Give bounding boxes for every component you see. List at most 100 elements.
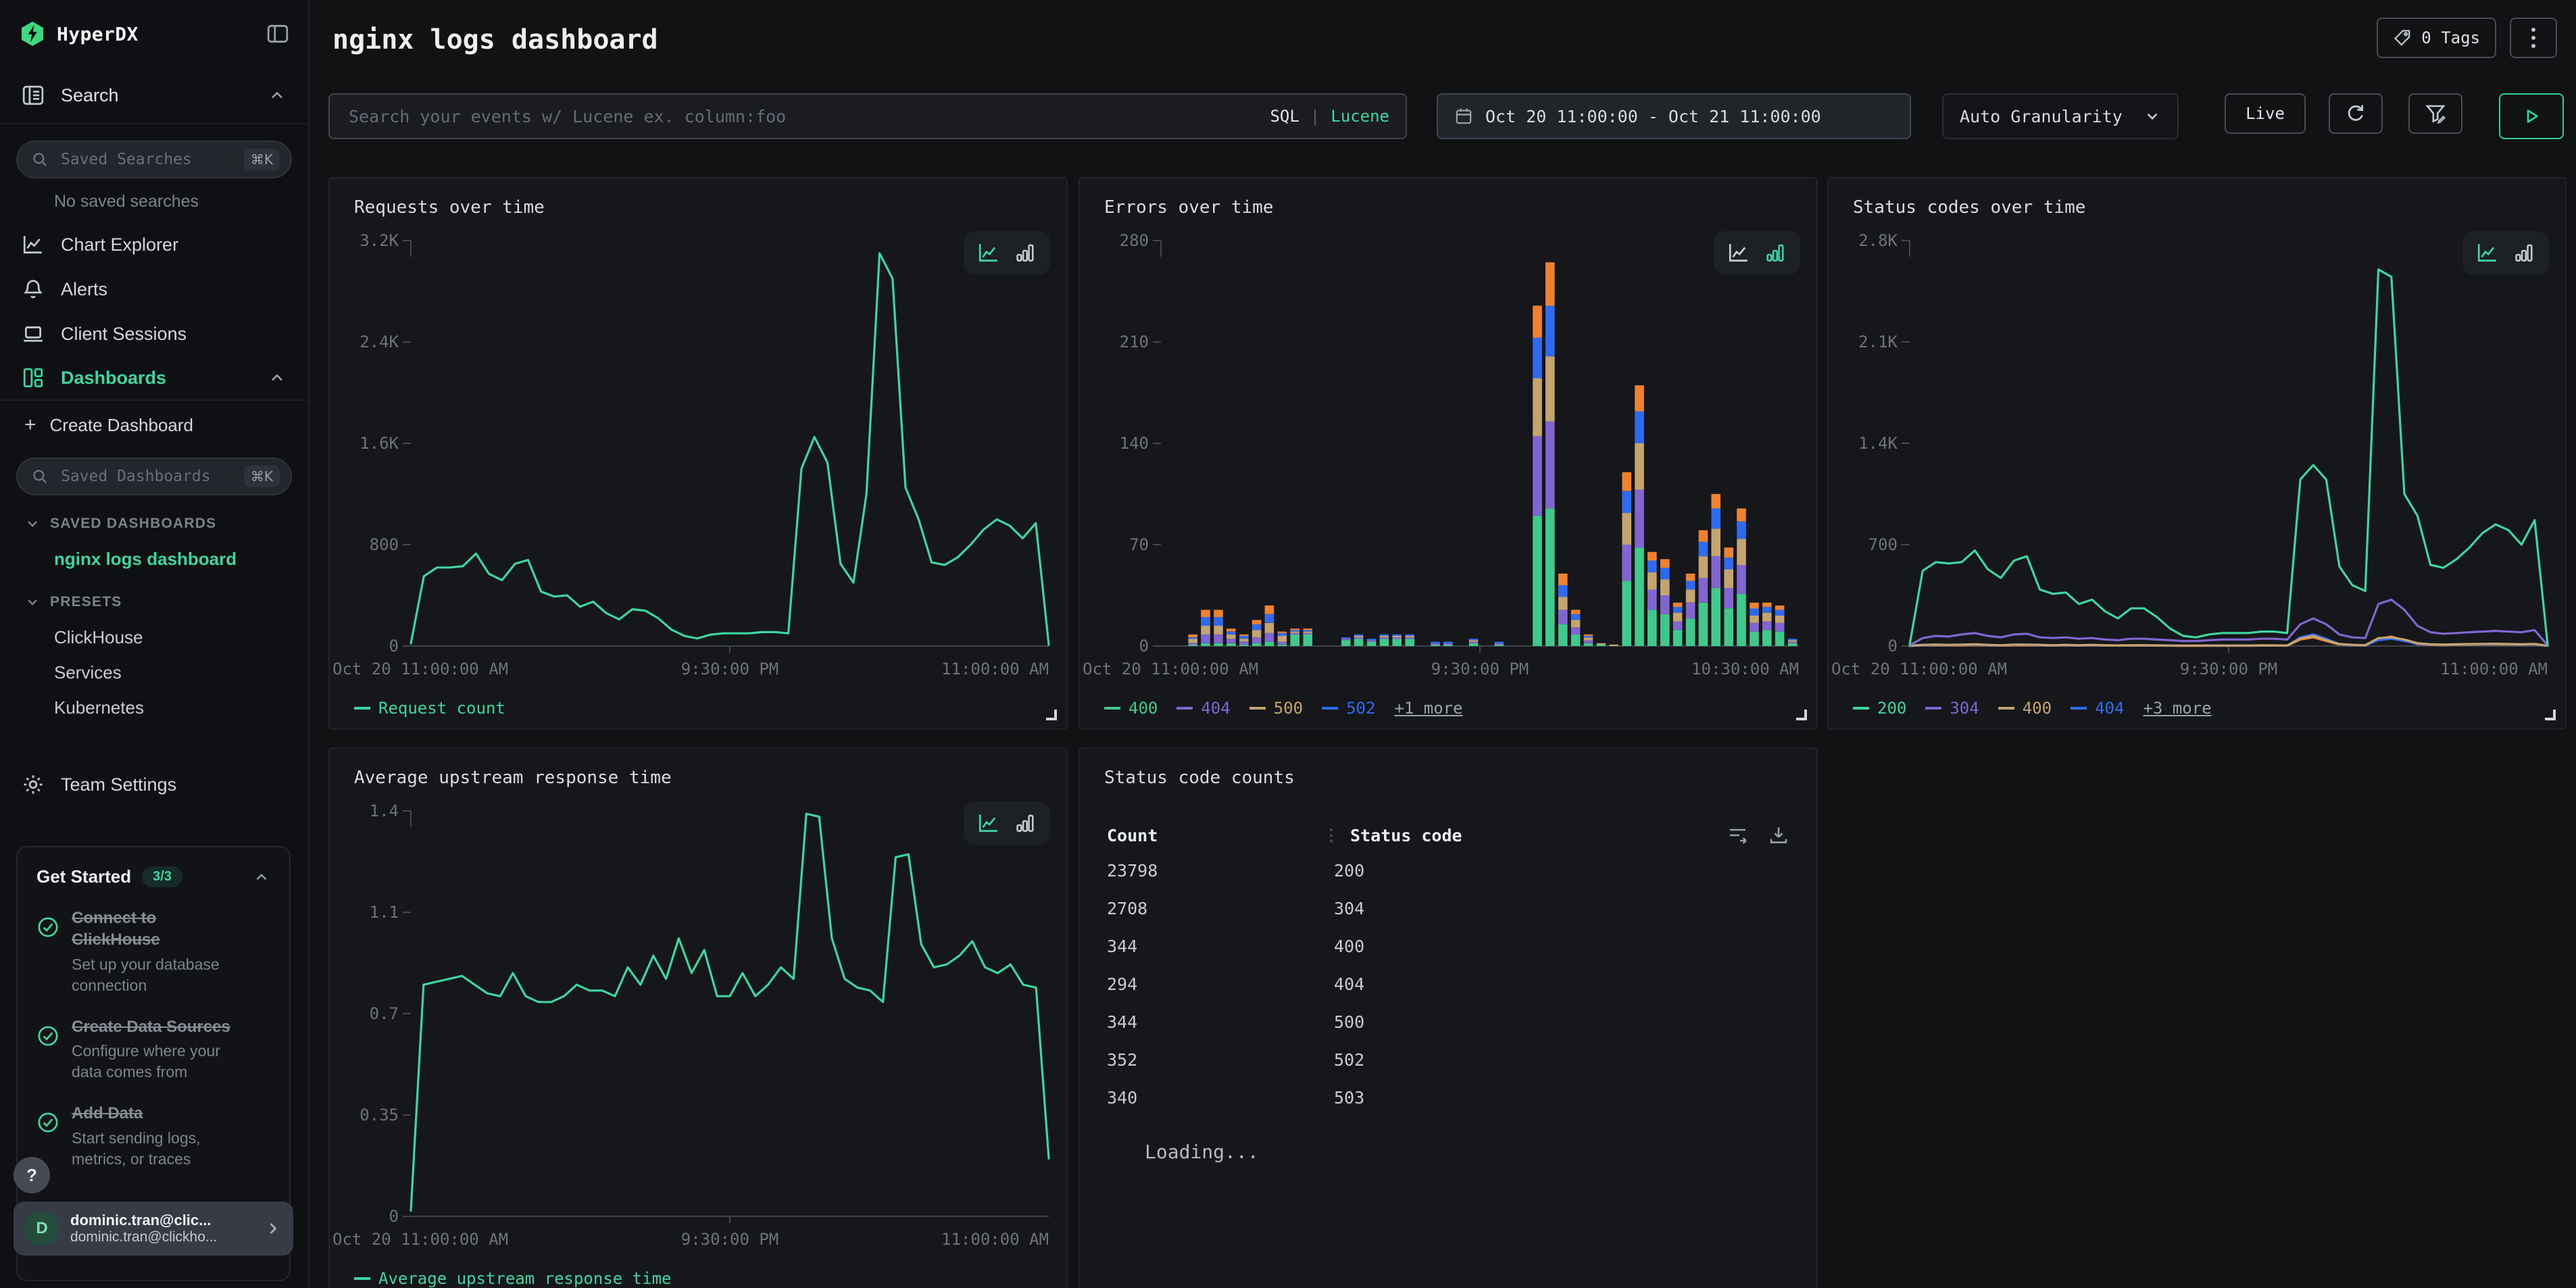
bar-502	[1354, 635, 1364, 636]
svg-text:210: 210	[1120, 332, 1149, 351]
bar-chart-toggle[interactable]	[1014, 241, 1037, 264]
legend-more-link[interactable]: +3 more	[2143, 699, 2211, 718]
cell-count: 344	[1107, 1012, 1323, 1032]
bar-503	[1724, 547, 1733, 558]
legend-item-request-count[interactable]: Request count	[354, 699, 505, 718]
dashboard-menu-button[interactable]	[2510, 18, 2557, 58]
bar-400	[1495, 645, 1504, 646]
svg-text:140: 140	[1120, 434, 1149, 453]
event-search-input[interactable]	[346, 105, 1270, 128]
bar-500	[1265, 623, 1274, 633]
sidebar-item-chart-explorer[interactable]: Chart Explorer	[0, 222, 308, 267]
refresh-button[interactable]	[2329, 93, 2383, 134]
legend-item-400[interactable]: 400	[1104, 699, 1158, 718]
line-chart-toggle[interactable]	[977, 241, 1000, 264]
create-dashboard-button[interactable]: + Create Dashboard	[0, 401, 308, 449]
legend-item-400[interactable]: 400	[1998, 699, 2052, 718]
get-started-item-sources[interactable]: Create Data Sources Configure where your…	[36, 1016, 270, 1083]
get-started-header[interactable]: Get Started 3/3	[36, 866, 270, 887]
panel-resize-handle[interactable]	[1046, 710, 1057, 720]
bar-502	[1571, 614, 1581, 620]
presets-group[interactable]: PRESETS	[0, 585, 308, 620]
bar-chart-toggle[interactable]	[1764, 241, 1787, 264]
get-started-progress-badge: 3/3	[142, 866, 182, 887]
saved-searches-field[interactable]	[58, 149, 244, 170]
group-label-text: PRESETS	[50, 594, 122, 610]
get-started-item-add-data[interactable]: Add Data Start sending logs, metrics, or…	[36, 1103, 270, 1169]
user-menu[interactable]: D dominic.tran@clic... dominic.tran@clic…	[14, 1202, 293, 1256]
table-row: 340503	[1107, 1079, 1789, 1116]
legend-item-500[interactable]: 500	[1249, 699, 1303, 718]
time-range-picker[interactable]: Oct 20 11:00:00 - Oct 21 11:00:00	[1437, 93, 1911, 139]
bar-404	[1545, 422, 1555, 509]
sidebar-collapse-icon[interactable]	[266, 22, 289, 45]
bar-500	[1405, 636, 1414, 637]
bar-chart-toggle[interactable]	[1014, 812, 1037, 835]
legend-item-502[interactable]: 502	[1322, 699, 1375, 718]
query-language-toggle: SQL | Lucene	[1270, 107, 1389, 126]
dashboards-grid-icon	[22, 366, 45, 389]
main-content: nginx logs dashboard 0 Tags SQL | Lucene	[309, 0, 2576, 1288]
line-chart-toggle[interactable]	[2476, 241, 2499, 264]
live-button[interactable]: Live	[2225, 93, 2306, 134]
line-chart-toggle[interactable]	[1727, 241, 1750, 264]
column-header-count[interactable]: Count	[1107, 826, 1323, 845]
toggle-divider: |	[1310, 107, 1320, 126]
autofit-columns-icon[interactable]	[1727, 824, 1749, 846]
download-csv-icon[interactable]	[1768, 824, 1789, 846]
saved-dashboards-group[interactable]: SAVED DASHBOARDS	[0, 506, 308, 541]
bar-502	[1431, 642, 1440, 643]
svg-text:700: 700	[1868, 535, 1898, 554]
sidebar-preset-clickhouse[interactable]: ClickHouse	[0, 620, 308, 655]
saved-searches-input[interactable]: ⌘K	[16, 141, 292, 178]
bar-404	[1622, 545, 1631, 581]
saved-dashboards-field[interactable]	[58, 466, 244, 487]
legend-item-404[interactable]: 404	[1176, 699, 1230, 718]
legend-item-200[interactable]: 200	[1853, 699, 1906, 718]
panel-resize-handle[interactable]	[1796, 710, 1807, 720]
svg-text:0: 0	[389, 637, 399, 655]
sidebar-item-search[interactable]: Search	[0, 68, 308, 124]
sidebar-item-dashboards[interactable]: Dashboards	[0, 356, 308, 401]
bar-500	[1737, 539, 1746, 565]
sidebar-item-alerts[interactable]: Alerts	[0, 267, 308, 312]
sidebar-item-client-sessions[interactable]: Client Sessions	[0, 312, 308, 356]
column-resize-handle[interactable]: ⋮	[1323, 826, 1339, 845]
sidebar-item-team-settings[interactable]: Team Settings	[0, 760, 308, 809]
bar-502	[1545, 305, 1555, 356]
sql-toggle[interactable]: SQL	[1270, 107, 1299, 126]
run-query-button[interactable]	[2499, 93, 2564, 139]
bar-500	[1303, 632, 1312, 633]
get-started-item-connect[interactable]: Connect to ClickHouse Set up your databa…	[36, 908, 270, 996]
series-304	[1910, 599, 2548, 645]
line-chart-toggle[interactable]	[977, 812, 1000, 835]
panel-resize-handle[interactable]	[2545, 710, 2556, 720]
bar-chart-toggle[interactable]	[2512, 241, 2535, 264]
bar-500	[1660, 579, 1670, 595]
legend-item-average-upstream-response-time[interactable]: Average upstream response time	[354, 1269, 671, 1288]
chart-view-toggle	[1714, 231, 1800, 274]
bar-404	[1469, 642, 1479, 643]
sidebar-preset-services[interactable]: Services	[0, 655, 308, 690]
column-header-status-code[interactable]: Status code	[1350, 826, 1462, 845]
lucene-toggle[interactable]: Lucene	[1331, 107, 1389, 126]
bar-500	[1788, 640, 1798, 641]
legend-item-304[interactable]: 304	[1925, 699, 1979, 718]
bar-503	[1737, 508, 1746, 521]
filter-button[interactable]	[2408, 93, 2462, 134]
sidebar-dashboard-link-nginx[interactable]: nginx logs dashboard	[0, 541, 308, 576]
legend-item-404[interactable]: 404	[2071, 699, 2124, 718]
tags-button[interactable]: 0 Tags	[2377, 18, 2496, 58]
bar-400	[1775, 632, 1785, 646]
sidebar-preset-kubernetes[interactable]: Kubernetes	[0, 690, 308, 725]
bar-404	[1737, 565, 1746, 594]
granularity-select[interactable]: Auto Granularity	[1942, 93, 2179, 139]
search-section-label: Search	[61, 85, 119, 106]
help-button[interactable]: ?	[14, 1157, 50, 1193]
legend-more-link[interactable]: +1 more	[1394, 699, 1462, 718]
bar-404	[1750, 623, 1759, 632]
saved-dashboards-input[interactable]: ⌘K	[16, 457, 292, 495]
cell-count: 352	[1107, 1050, 1323, 1070]
bar-500	[1392, 636, 1402, 637]
bar-500	[1622, 513, 1631, 545]
